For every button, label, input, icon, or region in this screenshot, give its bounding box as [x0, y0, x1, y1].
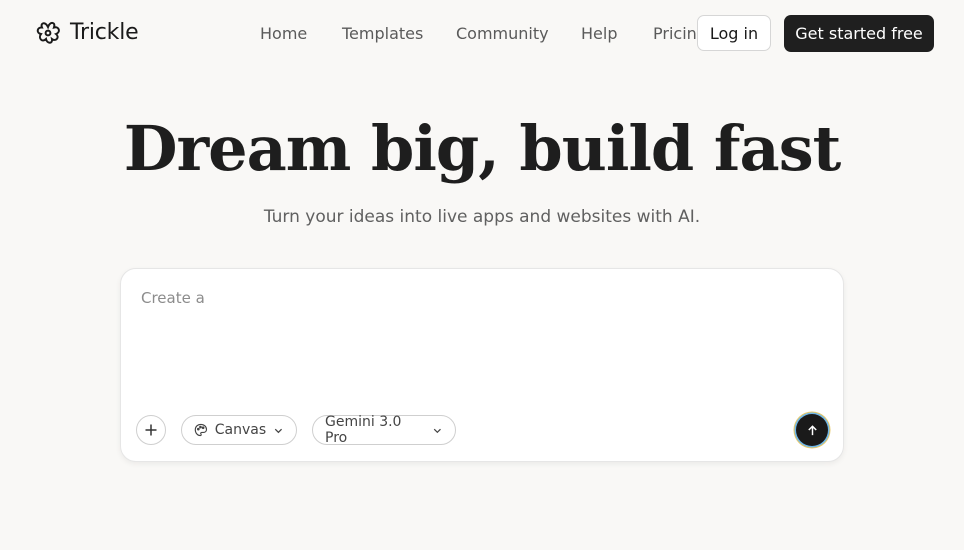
prompt-card: Canvas Gemini 3.0 Pro	[120, 268, 844, 462]
nav-templates[interactable]: Templates	[342, 24, 423, 43]
nav-community[interactable]: Community	[456, 24, 549, 43]
nav-help[interactable]: Help	[581, 24, 617, 43]
flower-logo-icon	[36, 21, 60, 44]
site-header: Trickle Home Templates Community Help Pr…	[0, 0, 964, 68]
brand-logo[interactable]: Trickle	[34, 18, 139, 46]
brand-name: Trickle	[70, 19, 139, 45]
prompt-input[interactable]	[139, 287, 823, 401]
send-button[interactable]	[796, 414, 828, 446]
palette-icon	[194, 423, 208, 437]
hero-subtitle: Turn your ideas into live apps and websi…	[263, 207, 701, 227]
model-selector[interactable]: Gemini 3.0 Pro	[312, 414, 456, 446]
model-label: Gemini 3.0 Pro	[325, 414, 402, 446]
mode-label: Canvas	[214, 422, 267, 438]
login-button[interactable]: Log in	[697, 15, 771, 51]
chevron-down-icon	[274, 428, 283, 433]
plus-icon	[145, 424, 157, 436]
attach-button[interactable]	[136, 415, 166, 445]
get-started-button[interactable]: Get started free	[784, 15, 934, 52]
mode-selector[interactable]: Canvas	[181, 415, 297, 445]
arrow-up-icon	[807, 424, 817, 435]
chevron-down-icon	[434, 428, 442, 433]
hero-title: Dream big, build fast	[123, 112, 842, 185]
nav-home[interactable]: Home	[260, 24, 307, 43]
